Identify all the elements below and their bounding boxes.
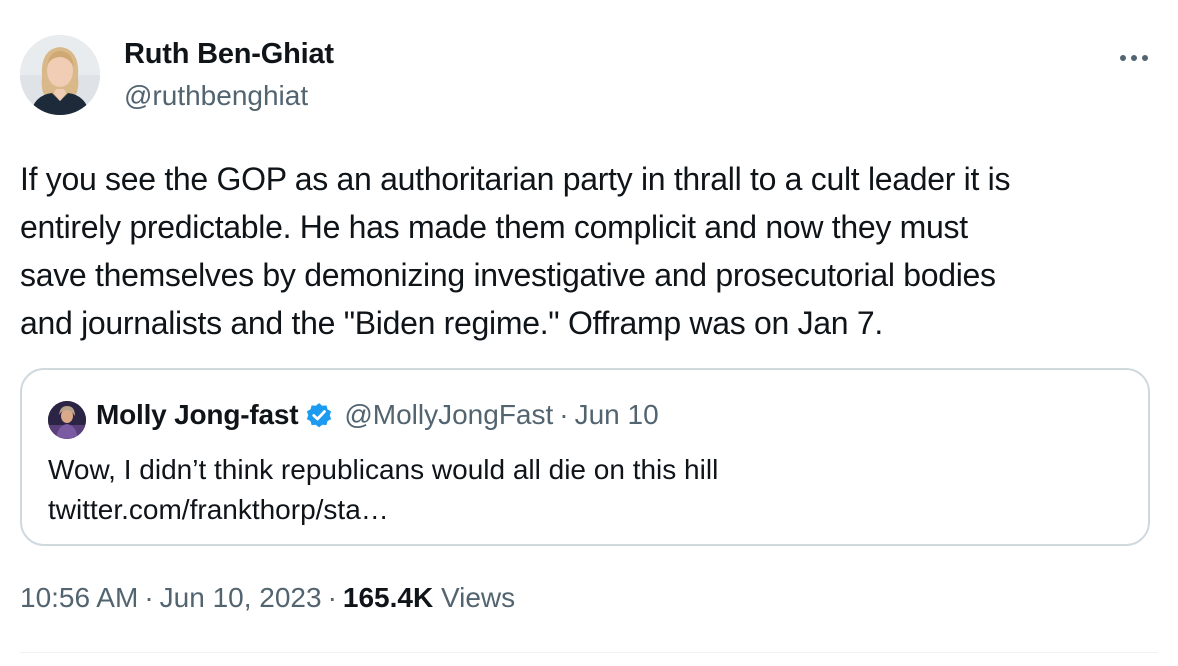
tweet-date[interactable]: Jun 10, 2023 xyxy=(160,582,322,613)
quote-link[interactable]: twitter.com/frankthorp/sta… xyxy=(48,490,718,530)
tweet-text: If you see the GOP as an authoritarian p… xyxy=(20,155,1160,347)
tweet-text-line: save themselves by demonizing investigat… xyxy=(20,257,996,293)
tweet-meta: 10:56 AM · Jun 10, 2023 · 165.4K Views xyxy=(20,582,515,614)
quote-text-line: Wow, I didn’t think republicans would al… xyxy=(48,454,719,485)
author-avatar-image xyxy=(20,35,100,115)
tweet-text-line: and journalists and the "Biden regime." … xyxy=(20,305,883,341)
quote-header: Molly Jong-fast @MollyJongFast · Jun 10 xyxy=(96,398,659,432)
quote-separator: · xyxy=(559,399,569,430)
tweet-time[interactable]: 10:56 AM xyxy=(20,582,138,613)
quote-text: Wow, I didn’t think republicans would al… xyxy=(48,450,718,530)
tweet: Ruth Ben-Ghiat @ruthbenghiat If you see … xyxy=(0,0,1178,666)
quote-avatar-image xyxy=(48,401,86,439)
quote-author-name[interactable]: Molly Jong-fast xyxy=(96,399,299,431)
quote-date[interactable]: Jun 10 xyxy=(575,399,659,431)
more-options-button[interactable] xyxy=(1110,40,1158,76)
views-label: Views xyxy=(440,582,516,613)
more-horizontal-icon xyxy=(1120,55,1148,61)
quoted-tweet[interactable]: Molly Jong-fast @MollyJongFast · Jun 10 … xyxy=(20,368,1150,546)
meta-separator: · xyxy=(327,582,337,613)
tweet-text-line: If you see the GOP as an authoritarian p… xyxy=(20,161,1011,197)
author-name[interactable]: Ruth Ben-Ghiat xyxy=(124,38,334,71)
meta-separator: · xyxy=(144,582,154,613)
tweet-text-line: entirely predictable. He has made them c… xyxy=(20,209,968,245)
verified-badge-icon xyxy=(307,403,332,428)
quote-author-handle[interactable]: @MollyJongFast xyxy=(344,399,553,431)
author-avatar[interactable] xyxy=(20,35,100,115)
views-count[interactable]: 165.4K xyxy=(343,582,433,613)
author-handle[interactable]: @ruthbenghiat xyxy=(124,80,308,112)
divider xyxy=(20,652,1158,653)
quote-author-avatar xyxy=(48,401,86,439)
